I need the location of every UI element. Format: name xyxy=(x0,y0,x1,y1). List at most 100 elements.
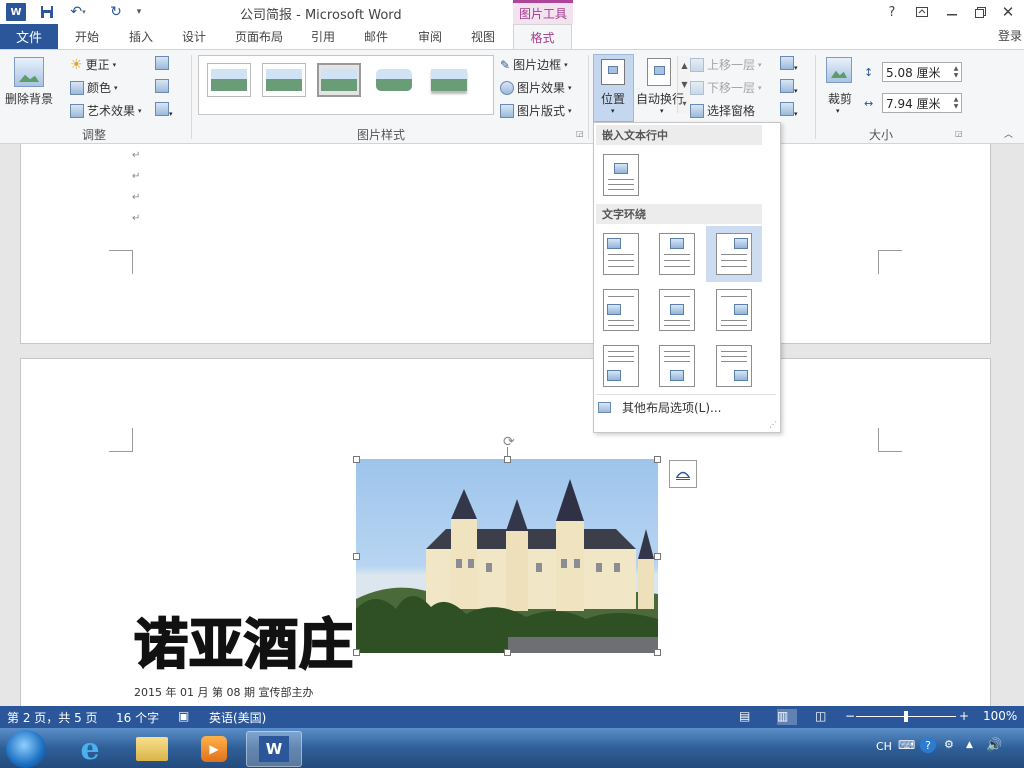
layout-options-icon[interactable] xyxy=(669,460,697,488)
shape-width-field[interactable]: 7.94 厘米 ▲ ▼ xyxy=(882,93,962,113)
resize-handle[interactable] xyxy=(504,456,511,463)
wrap-text-button[interactable]: 自动换行 xyxy=(636,90,684,107)
zoom-out-icon[interactable]: − xyxy=(845,709,855,723)
tab-references[interactable]: 引用 xyxy=(311,28,335,45)
resize-handle[interactable] xyxy=(353,456,360,463)
position-top-center-option[interactable] xyxy=(649,226,705,282)
style-thumbnail[interactable] xyxy=(372,63,416,97)
tab-review[interactable]: 审阅 xyxy=(418,28,442,45)
position-bottom-left-option[interactable] xyxy=(593,338,649,394)
save-icon[interactable] xyxy=(36,2,58,22)
position-top-right-option[interactable] xyxy=(706,226,762,282)
group-icon[interactable]: ▾ xyxy=(780,79,798,96)
tab-file[interactable]: 文件 xyxy=(0,24,58,49)
reset-picture-icon[interactable]: ▾ xyxy=(155,102,173,119)
resize-handle[interactable] xyxy=(654,456,661,463)
input-language-indicator[interactable]: CH xyxy=(876,740,892,753)
show-hidden-icons[interactable]: ▲ xyxy=(966,740,973,750)
tab-format[interactable]: 格式 xyxy=(513,24,572,50)
ribbon-display-options-icon[interactable] xyxy=(908,2,936,22)
picture-border-button[interactable]: ✎ 图片边框 ▾ xyxy=(500,56,568,73)
ime-options-icon[interactable]: ⚙ xyxy=(944,738,954,751)
word-app-icon[interactable]: W xyxy=(6,3,26,21)
zoom-slider-thumb[interactable] xyxy=(904,711,908,722)
tab-design[interactable]: 设计 xyxy=(182,28,206,45)
keyboard-icon[interactable]: ⌨ xyxy=(898,738,915,752)
position-bottom-right-option[interactable] xyxy=(706,338,762,394)
resize-handle[interactable] xyxy=(353,649,360,656)
dialog-launcher-icon[interactable]: ◲ xyxy=(955,129,963,138)
picture-effects-button[interactable]: 图片效果 ▾ xyxy=(500,79,572,96)
word-taskbar-icon[interactable]: W xyxy=(246,731,302,767)
artistic-effects-button[interactable]: 艺术效果 ▾ xyxy=(70,102,142,119)
position-inline-option[interactable] xyxy=(593,147,649,203)
resize-handle[interactable] xyxy=(504,649,511,656)
redo-icon[interactable]: ↻ xyxy=(104,2,128,22)
close-button[interactable]: ✕ xyxy=(994,2,1022,22)
color-button[interactable]: 颜色 ▾ xyxy=(70,79,118,96)
bring-forward-button[interactable]: 上移一层 ▾ xyxy=(690,56,762,73)
style-thumbnail[interactable] xyxy=(207,63,251,97)
help-tray-icon[interactable]: ? xyxy=(920,737,936,753)
corrections-button[interactable]: ☀ 更正 ▾ xyxy=(70,56,116,73)
web-layout-icon[interactable]: ◫ xyxy=(815,709,826,723)
resize-handle[interactable] xyxy=(654,649,661,656)
language-indicator[interactable]: 英语(美国) xyxy=(209,709,266,726)
start-button-icon[interactable] xyxy=(6,730,46,768)
style-thumbnail[interactable] xyxy=(317,63,361,97)
tab-view[interactable]: 视图 xyxy=(471,28,495,45)
volume-icon[interactable]: 🔊 xyxy=(986,738,1002,753)
zoom-in-icon[interactable]: + xyxy=(959,709,969,723)
position-middle-left-option[interactable] xyxy=(593,282,649,338)
remove-background-button[interactable]: 删除背景 xyxy=(5,90,53,107)
tab-home[interactable]: 开始 xyxy=(75,28,99,45)
print-layout-icon[interactable]: ▥ xyxy=(777,709,797,725)
style-thumbnail[interactable] xyxy=(427,63,471,97)
shape-height-field[interactable]: 5.08 厘米 ▲ ▼ xyxy=(882,62,962,82)
tab-mailings[interactable]: 邮件 xyxy=(364,28,388,45)
tab-insert[interactable]: 插入 xyxy=(129,28,153,45)
file-explorer-icon[interactable] xyxy=(124,731,180,767)
picture-layout-button[interactable]: 图片版式 ▾ xyxy=(500,102,572,119)
dialog-launcher-icon[interactable]: ◲ xyxy=(576,129,584,138)
gallery-scroll-up[interactable]: ▲ xyxy=(677,56,691,75)
help-button[interactable]: ? xyxy=(878,2,906,22)
change-picture-icon[interactable] xyxy=(155,79,169,96)
selection-pane-button[interactable]: 选择窗格 xyxy=(690,102,755,119)
resize-handle[interactable] xyxy=(353,553,360,560)
read-mode-icon[interactable]: ▤ xyxy=(739,709,750,723)
compress-pictures-icon[interactable] xyxy=(155,56,169,73)
page-count[interactable]: 第 2 页，共 5 页 xyxy=(7,709,98,726)
minimize-button[interactable] xyxy=(938,2,966,22)
remove-background-icon[interactable] xyxy=(14,57,44,87)
selected-picture[interactable] xyxy=(356,459,658,653)
position-middle-center-option[interactable] xyxy=(649,282,705,338)
resize-grip-icon[interactable]: ⋰ xyxy=(769,420,777,429)
more-layout-options-item[interactable]: 其他布局选项(L)... xyxy=(598,399,722,416)
rotate-icon[interactable]: ▾ xyxy=(780,102,798,119)
sign-in-link[interactable]: 登录 xyxy=(998,27,1022,44)
undo-icon[interactable]: ↶ ▾ xyxy=(64,2,92,22)
crop-icon[interactable] xyxy=(826,57,852,83)
tab-page-layout[interactable]: 页面布局 xyxy=(235,28,283,45)
width-spinner[interactable]: ▲ ▼ xyxy=(951,96,961,110)
collapse-ribbon-icon[interactable]: ︿ xyxy=(1004,127,1013,140)
zoom-level[interactable]: 100% xyxy=(983,709,1017,723)
customize-qat-icon[interactable]: ▾ xyxy=(132,2,146,22)
word-count[interactable]: 16 个字 xyxy=(116,709,159,726)
position-top-left-option[interactable] xyxy=(593,226,649,282)
position-middle-right-option[interactable] xyxy=(706,282,762,338)
crop-button[interactable]: 裁剪 xyxy=(828,90,852,107)
align-icon[interactable]: ▾ xyxy=(780,56,798,73)
style-thumbnail[interactable] xyxy=(262,63,306,97)
proofing-icon[interactable]: ▣ xyxy=(178,709,189,723)
position-bottom-center-option[interactable] xyxy=(649,338,705,394)
rotate-handle-icon[interactable]: ⟳ xyxy=(503,434,515,450)
resize-handle[interactable] xyxy=(654,553,661,560)
internet-explorer-icon[interactable]: e xyxy=(62,731,118,767)
media-player-icon[interactable]: ▶ xyxy=(186,731,242,767)
height-spinner[interactable]: ▲ ▼ xyxy=(951,65,961,79)
wrap-text-icon[interactable] xyxy=(647,58,671,86)
send-backward-button[interactable]: 下移一层 ▾ xyxy=(690,79,762,96)
restore-button[interactable] xyxy=(966,2,994,22)
